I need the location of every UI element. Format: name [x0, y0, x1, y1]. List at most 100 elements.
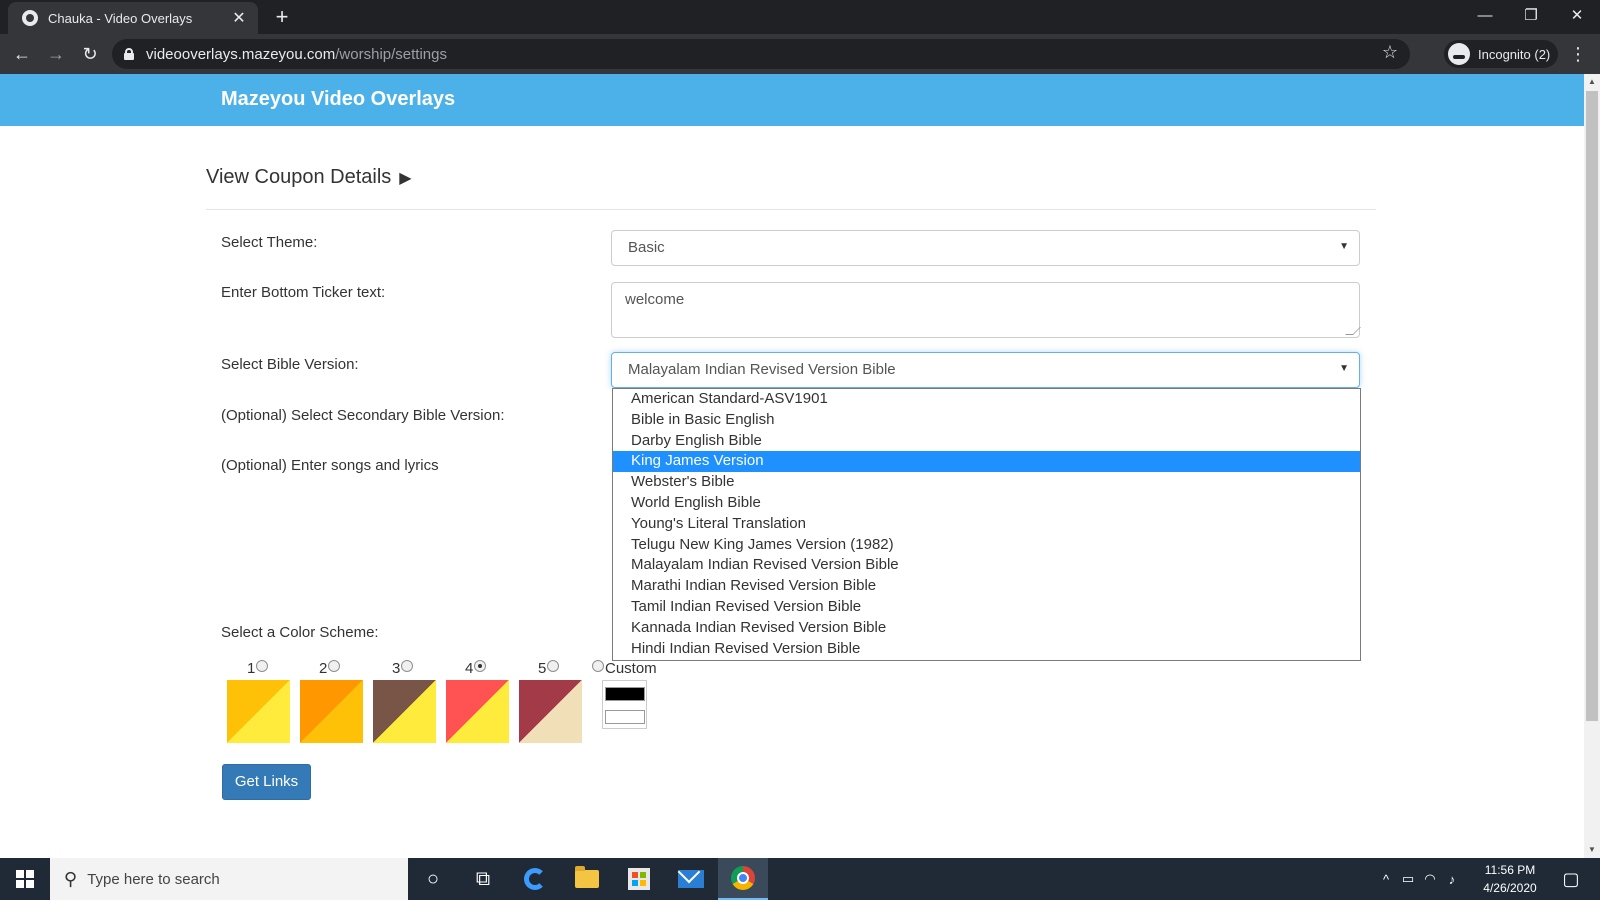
incognito-button[interactable]: Incognito (2) — [1444, 40, 1558, 68]
bible-option[interactable]: Bible in Basic English — [613, 410, 1360, 431]
color-scheme-option-3[interactable]: 3 — [392, 659, 414, 677]
forward-icon[interactable]: → — [42, 40, 70, 68]
task-view-icon[interactable]: ⧉ — [458, 858, 508, 900]
show-hidden-icons-icon[interactable]: ^ — [1376, 858, 1396, 900]
windows-logo-icon — [16, 870, 34, 888]
bible-option[interactable]: American Standard-ASV1901 — [613, 389, 1360, 410]
bible-option[interactable]: King James Version — [613, 451, 1360, 473]
secondary-bible-label: (Optional) Select Secondary Bible Versio… — [221, 407, 505, 424]
color-scheme-number: 1 — [247, 660, 256, 677]
incognito-icon — [1448, 43, 1470, 65]
custom-color-primary[interactable] — [605, 687, 645, 701]
browser-tab[interactable]: Chauka - Video Overlays ✕ — [8, 2, 258, 34]
search-icon: ⚲ — [64, 868, 78, 889]
scheme-radio-4[interactable] — [474, 659, 487, 672]
page-scrollbar[interactable]: ▲ ▼ — [1584, 74, 1600, 858]
coupon-link-label: View Coupon Details — [206, 166, 392, 188]
back-icon[interactable]: ← — [8, 40, 36, 68]
address-bar[interactable]: videooverlays.mazeyou.com/worship/settin… — [112, 39, 1410, 69]
battery-icon[interactable]: ▭ — [1398, 858, 1418, 900]
get-links-button[interactable]: Get Links — [222, 764, 311, 800]
lock-icon[interactable] — [124, 48, 134, 60]
bible-option[interactable]: Webster's Bible — [613, 472, 1360, 493]
view-coupon-link[interactable]: View Coupon Details ▶ — [206, 166, 412, 189]
bible-option[interactable]: Malayalam Indian Revised Version Bible — [613, 555, 1360, 576]
resize-grip-icon[interactable] — [1345, 327, 1361, 335]
ticker-value: welcome — [625, 291, 685, 308]
custom-color-secondary[interactable] — [605, 710, 645, 724]
scheme-radio-2[interactable] — [328, 659, 341, 672]
system-clock[interactable]: 11:56 PM 4/26/2020 — [1470, 861, 1550, 897]
clock-date: 4/26/2020 — [1483, 881, 1537, 895]
theme-select[interactable]: Basic ▼ — [611, 230, 1360, 266]
bible-option[interactable]: Young's Literal Translation — [613, 514, 1360, 535]
bible-option[interactable]: Telugu New King James Version (1982) — [613, 535, 1360, 556]
chevron-down-icon: ▼ — [1339, 241, 1349, 252]
chevron-down-icon: ▼ — [1339, 363, 1349, 374]
triangle-right-icon: ▶ — [399, 169, 412, 187]
restore-icon[interactable]: ❐ — [1508, 0, 1554, 34]
volume-icon[interactable]: ♪ — [1442, 858, 1462, 900]
color-scheme-number: 4 — [465, 660, 474, 677]
bible-version-dropdown[interactable]: American Standard-ASV1901 Bible in Basic … — [612, 388, 1361, 661]
scroll-down-icon[interactable]: ▼ — [1584, 842, 1600, 858]
start-button[interactable] — [0, 858, 50, 900]
cortana-icon[interactable]: ○ — [408, 858, 458, 900]
ticker-textarea[interactable]: welcome — [611, 282, 1361, 338]
reload-icon[interactable]: ↻ — [76, 40, 104, 68]
close-window-icon[interactable]: ✕ — [1554, 0, 1600, 34]
color-scheme-swatch-2[interactable] — [300, 680, 363, 743]
url-host: videooverlays.mazeyou.com — [146, 45, 336, 63]
bible-option[interactable]: Kannada Indian Revised Version Bible — [613, 618, 1360, 639]
color-scheme-option-4[interactable]: 4 — [465, 659, 487, 677]
site-navbar: Mazeyou Video Overlays — [0, 74, 1584, 126]
chrome-taskbar-icon[interactable] — [718, 858, 768, 900]
color-scheme-option-2[interactable]: 2 — [319, 659, 341, 677]
bible-option[interactable]: World English Bible — [613, 493, 1360, 514]
scheme-radio-custom[interactable] — [592, 659, 604, 672]
bible-option[interactable]: Darby English Bible — [613, 431, 1360, 452]
bible-version-select[interactable]: Malayalam Indian Revised Version Bible ▼ — [611, 352, 1360, 388]
notifications-icon[interactable]: ▢ — [1556, 858, 1586, 900]
color-scheme-number: 5 — [538, 660, 547, 677]
close-tab-icon[interactable]: ✕ — [230, 8, 248, 28]
custom-scheme-option[interactable]: Custom — [591, 659, 657, 677]
bookmark-star-icon[interactable]: ☆ — [1382, 42, 1398, 63]
theme-select-value: Basic — [628, 239, 665, 256]
bible-option[interactable]: Tamil Indian Revised Version Bible — [613, 597, 1360, 618]
color-scheme-swatch-5[interactable] — [519, 680, 582, 743]
color-scheme-option-5[interactable]: 5 — [538, 659, 560, 677]
custom-label: Custom — [605, 660, 657, 677]
color-scheme-option-1[interactable]: 1 — [247, 659, 269, 677]
mail-icon[interactable] — [666, 858, 716, 900]
songs-label: (Optional) Enter songs and lyrics — [221, 457, 439, 474]
wifi-icon[interactable]: ◠ — [1420, 858, 1440, 900]
scroll-thumb[interactable] — [1586, 91, 1598, 721]
custom-color-pickers — [602, 680, 647, 729]
color-scheme-swatch-1[interactable] — [227, 680, 290, 743]
brand-title[interactable]: Mazeyou Video Overlays — [221, 88, 455, 111]
minimize-icon[interactable]: — — [1462, 0, 1508, 34]
store-icon[interactable] — [614, 858, 664, 900]
tab-title: Chauka - Video Overlays — [48, 10, 193, 26]
incognito-label: Incognito (2) — [1478, 46, 1551, 62]
scheme-radio-5[interactable] — [547, 659, 560, 672]
url-path: /worship/settings — [335, 45, 447, 63]
edge-icon[interactable] — [510, 858, 560, 900]
scroll-up-icon[interactable]: ▲ — [1584, 74, 1600, 90]
file-explorer-icon[interactable] — [562, 858, 612, 900]
scheme-radio-1[interactable] — [256, 659, 269, 672]
color-scheme-swatch-4[interactable] — [446, 680, 509, 743]
bible-option[interactable]: Hindi Indian Revised Version Bible — [613, 639, 1360, 660]
color-scheme-swatch-3[interactable] — [373, 680, 436, 743]
tab-strip: Chauka - Video Overlays ✕ + — ❐ ✕ — [0, 0, 1600, 34]
color-scheme-label: Select a Color Scheme: — [221, 624, 379, 641]
taskbar-search[interactable]: ⚲ Type here to search — [50, 858, 408, 900]
page-viewport: Mazeyou Video Overlays View Coupon Detai… — [0, 74, 1584, 858]
windows-taskbar: ⚲ Type here to search ○ ⧉ ^ ▭ ◠ ♪ 11:56 … — [0, 858, 1600, 900]
bible-version-value: Malayalam Indian Revised Version Bible — [628, 361, 896, 378]
new-tab-button[interactable]: + — [270, 5, 294, 29]
menu-icon[interactable]: ⋮ — [1568, 40, 1588, 68]
scheme-radio-3[interactable] — [401, 659, 414, 672]
bible-option[interactable]: Marathi Indian Revised Version Bible — [613, 576, 1360, 597]
